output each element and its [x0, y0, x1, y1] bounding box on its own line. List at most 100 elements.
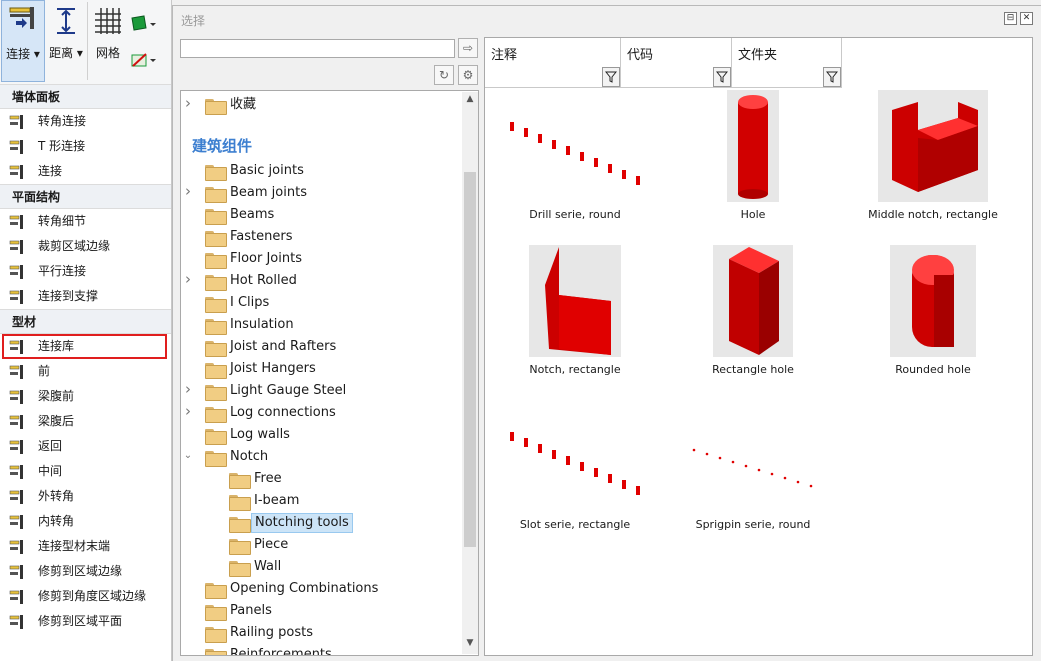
tool-item[interactable]: 修剪到角度区域边缘 [0, 584, 171, 609]
tree-node[interactable]: Railing posts [227, 623, 316, 643]
component-tile[interactable]: Notch, rectangle [485, 245, 665, 395]
refresh-button[interactable]: ↻ [434, 65, 454, 85]
tool-item[interactable]: 前 [0, 359, 171, 384]
tool-item-label: 中间 [38, 464, 63, 478]
search-input[interactable] [180, 39, 455, 58]
tree-node[interactable]: I Clips [227, 293, 272, 313]
column-comment[interactable]: 注释 [485, 38, 621, 88]
expand-arrow-icon[interactable]: › [183, 182, 193, 200]
component-tile[interactable]: Middle notch, rectangle [843, 90, 1023, 240]
tree-node[interactable]: Piece [251, 535, 291, 555]
column-folder-label: 文件夹 [738, 48, 778, 63]
folder-icon [205, 627, 227, 643]
tool-item[interactable]: 转角连接 [0, 109, 171, 134]
tree-node[interactable]: Basic joints [227, 161, 307, 181]
tree-node[interactable]: Notch [227, 447, 271, 467]
tree-node[interactable]: Light Gauge Steel [227, 381, 349, 401]
tree-node-favorites[interactable]: 收藏 [227, 95, 259, 115]
folder-icon [205, 429, 227, 445]
inner-corner-icon [9, 514, 25, 530]
collapse-arrow-icon[interactable]: ⌄ [183, 450, 193, 461]
grid-button[interactable]: 网格 [88, 0, 128, 82]
tool-item[interactable]: 内转角 [0, 509, 171, 534]
folder-icon [205, 253, 227, 269]
expand-arrow-icon[interactable]: › [183, 380, 193, 398]
tree-node[interactable]: Beams [227, 205, 277, 225]
tree-node[interactable]: I-beam [251, 491, 302, 511]
tools-panel: 墙体面板 转角连接 T 形连接 连接 平面结构 转角细节 裁剪区域边缘 平行连接 连接到支撑 型材… [0, 84, 172, 661]
column-code[interactable]: 代码 [621, 38, 732, 88]
tree-node[interactable]: Insulation [227, 315, 297, 335]
tree-scrollbar[interactable]: ▲ ▼ [462, 92, 478, 654]
tree-node[interactable]: Notching tools [251, 513, 353, 533]
component-tile[interactable]: Drill serie, round [485, 90, 665, 240]
close-button[interactable]: ✕ [1020, 12, 1033, 25]
arrow-right-icon: ⇨ [462, 41, 474, 55]
component-tile[interactable]: Slot serie, rectangle [485, 400, 665, 550]
section-header: 墙体面板 [0, 84, 171, 109]
tool-item[interactable]: 修剪到区域边缘 [0, 559, 171, 584]
tree-node[interactable]: Free [251, 469, 285, 489]
component-thumbnail [878, 90, 988, 205]
tool-item[interactable]: 返回 [0, 434, 171, 459]
component-tile[interactable]: Rounded hole [843, 245, 1023, 395]
tree-node[interactable]: Reinforcements [227, 645, 335, 655]
tool-item[interactable]: 梁腹前 [0, 384, 171, 409]
tool-item[interactable]: 连接型材末端 [0, 534, 171, 559]
tool-item[interactable]: 外转角 [0, 484, 171, 509]
return-icon [9, 439, 25, 455]
region-button[interactable] [130, 14, 156, 34]
distance-button[interactable]: 距离 ▾ [45, 0, 87, 82]
filter-folder-button[interactable] [823, 67, 841, 87]
tree-node[interactable]: Opening Combinations [227, 579, 381, 599]
component-tile[interactable]: Rectangle hole [663, 245, 843, 395]
folder-icon [205, 297, 227, 313]
tool-item[interactable]: 连接到支撑 [0, 284, 171, 309]
filter-comment-button[interactable] [602, 67, 620, 87]
tool-item[interactable]: 平行连接 [0, 259, 171, 284]
trim-plane-icon [9, 614, 25, 630]
folder-icon [205, 231, 227, 247]
tool-item[interactable]: 转角细节 [0, 209, 171, 234]
filter-code-button[interactable] [713, 67, 731, 87]
tool-item[interactable]: 连接 [0, 159, 171, 184]
tree-node[interactable]: Panels [227, 601, 275, 621]
tree-node[interactable]: Beam joints [227, 183, 310, 203]
folder-icon [205, 341, 227, 357]
tree-node[interactable]: Joist Hangers [227, 359, 319, 379]
tool-item[interactable]: 修剪到区域平面 [0, 609, 171, 634]
folder-icon [205, 187, 227, 203]
tool-item[interactable]: T 形连接 [0, 134, 171, 159]
tree-node[interactable]: Hot Rolled [227, 271, 300, 291]
component-caption: Slot serie, rectangle [519, 518, 631, 531]
tree-node[interactable]: Fasteners [227, 227, 295, 247]
settings-button[interactable]: ⚙ [458, 65, 478, 85]
tool-item-label: 连接库 [38, 339, 75, 353]
tree-node[interactable]: Wall [251, 557, 284, 577]
dialog-title: 选择 [181, 14, 206, 28]
tool-item[interactable]: 连接库 [2, 334, 167, 359]
expand-arrow-icon[interactable]: › [183, 402, 193, 420]
expand-arrow-icon[interactable]: › [183, 270, 193, 288]
scroll-thumb[interactable] [464, 172, 476, 547]
scroll-down-icon[interactable]: ▼ [462, 638, 478, 648]
component-tile[interactable]: Hole [663, 90, 843, 240]
tree-node[interactable]: Log walls [227, 425, 293, 445]
tool-item[interactable]: 裁剪区域边缘 [0, 234, 171, 259]
dock-button[interactable]: ⊟ [1004, 12, 1017, 25]
tree-node[interactable]: Log connections [227, 403, 339, 423]
tool-item[interactable]: 梁腹后 [0, 409, 171, 434]
tool-item[interactable]: 中间 [0, 459, 171, 484]
region-edit-button[interactable] [130, 50, 156, 70]
folder-icon [205, 451, 227, 467]
component-caption: Rounded hole [895, 363, 971, 376]
tree-node[interactable]: Floor Joints [227, 249, 305, 269]
expand-arrow-icon[interactable]: › [183, 94, 193, 112]
column-folder[interactable]: 文件夹 [732, 38, 842, 88]
go-button[interactable]: ⇨ [458, 38, 478, 58]
component-tile[interactable]: Sprigpin serie, round [663, 400, 843, 550]
folder-icon [205, 319, 227, 335]
scroll-up-icon[interactable]: ▲ [462, 94, 478, 104]
tree-node[interactable]: Joist and Rafters [227, 337, 339, 357]
connect-button[interactable]: 连接 ▾ [1, 0, 45, 82]
